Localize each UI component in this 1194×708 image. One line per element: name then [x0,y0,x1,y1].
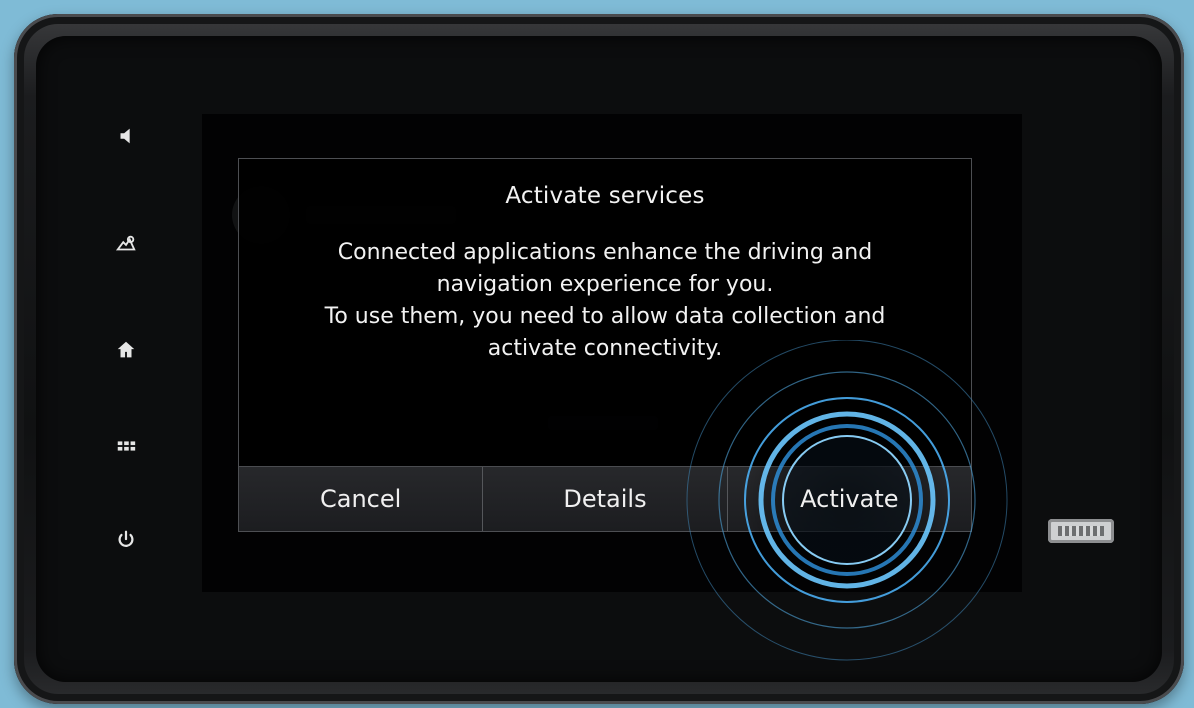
home-icon[interactable] [108,332,144,368]
dialog-message: Connected applications enhance the drivi… [259,237,951,365]
activate-button[interactable]: Activate [726,467,971,531]
activate-button-label: Activate [800,485,899,513]
dialog-message-line: Connected applications enhance the drivi… [337,240,873,265]
volume-icon[interactable] [108,118,144,154]
details-button-label: Details [563,485,647,513]
display-screen: Activate services Connected applications… [202,114,1022,592]
dialog-button-row: Cancel Details Activate [239,466,971,531]
usb-port [1048,519,1114,543]
dialog-message-line: activate connectivity. [487,336,723,361]
details-button[interactable]: Details [482,467,727,531]
dialog-title: Activate services [505,183,705,209]
apps-grid-icon[interactable] [108,428,144,464]
navigation-icon[interactable] [108,226,144,262]
activate-services-dialog: Activate services Connected applications… [238,158,972,532]
dialog-message-line: navigation experience for you. [436,272,774,297]
cancel-button-label: Cancel [320,485,402,513]
power-icon[interactable] [108,522,144,558]
dialog-message-line: To use them, you need to allow data coll… [324,304,886,329]
cancel-button[interactable]: Cancel [239,467,483,531]
